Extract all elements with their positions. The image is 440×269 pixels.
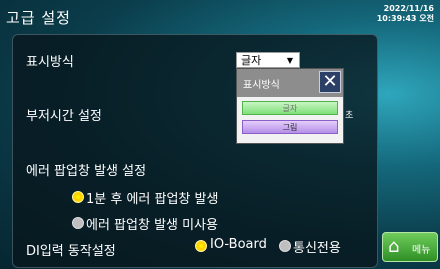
- di-input-ioboard-radio[interactable]: [195, 240, 207, 252]
- error-popup-option1-radio[interactable]: [72, 191, 84, 203]
- popup-option-image[interactable]: 그림: [242, 120, 338, 134]
- page-title: 고급 설정: [6, 9, 71, 27]
- display-mode-label: 표시방식: [26, 55, 74, 70]
- di-input-ioboard-label[interactable]: IO-Board: [210, 237, 267, 252]
- close-icon[interactable]: ✕: [319, 71, 341, 93]
- menu-button[interactable]: ⌂ 메뉴: [382, 232, 438, 262]
- popup-title: 표시방식: [243, 80, 280, 91]
- error-popup-option2-radio[interactable]: [72, 217, 84, 229]
- di-input-label: DI입력 동작설정: [26, 244, 116, 259]
- display-mode-dropdown[interactable]: 글자 ▼: [236, 52, 300, 68]
- popup-header: 표시방식 ✕: [237, 69, 343, 97]
- date-text: 2022/11/16: [383, 4, 434, 13]
- menu-button-label: 메뉴: [412, 245, 431, 256]
- error-popup-label: 에러 팝업창 발생 설정: [26, 164, 147, 179]
- buzzer-unit-partial: 초: [345, 111, 354, 121]
- display-mode-popup: 표시방식 ✕ 글자 그림: [236, 68, 344, 144]
- time-text: 10:39:43 오전: [376, 14, 434, 23]
- di-input-comm-label[interactable]: 통신전용: [293, 237, 341, 256]
- buzzer-time-label: 부저시간 설정: [26, 109, 102, 124]
- di-input-comm-radio[interactable]: [279, 240, 291, 252]
- datetime: 2022/11/16 10:39:43 오전: [377, 4, 434, 24]
- popup-option-text[interactable]: 글자: [242, 101, 338, 115]
- display-mode-value: 글자: [241, 54, 262, 67]
- error-popup-option2-label[interactable]: 에러 팝업창 발생 미사용: [86, 214, 218, 233]
- home-icon: ⌂: [388, 236, 400, 257]
- chevron-down-icon: ▼: [286, 56, 293, 65]
- error-popup-option1-label[interactable]: 1분 후 에러 팝업창 발생: [86, 188, 218, 207]
